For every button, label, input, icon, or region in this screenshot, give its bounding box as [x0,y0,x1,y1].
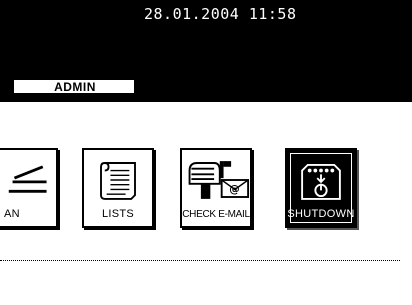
scan-button[interactable]: AN [0,148,58,228]
tab-admin[interactable]: ADMIN [12,78,138,97]
check-email-button[interactable]: @ CHECK E-MAIL [180,148,252,228]
panel-top-border [0,100,412,102]
scan-button-label: AN [4,208,20,220]
datetime-display: 28.01.2004 11:58 [144,5,297,23]
scanner-icon [8,165,47,193]
document-list-icon [100,162,136,200]
mailbox-icon: @ [188,161,250,199]
dotted-divider [0,260,400,261]
top-status-bar: 28.01.2004 11:58 [0,0,412,79]
power-off-icon [301,163,341,200]
shutdown-button-label: SHUTDOWN [287,208,355,220]
svg-text:@: @ [229,183,239,195]
shutdown-button[interactable]: SHUTDOWN [285,148,357,228]
lists-button[interactable]: LISTS [82,148,154,228]
check-email-button-label: CHECK E-MAIL [182,209,250,220]
lists-button-label: LISTS [101,208,135,220]
